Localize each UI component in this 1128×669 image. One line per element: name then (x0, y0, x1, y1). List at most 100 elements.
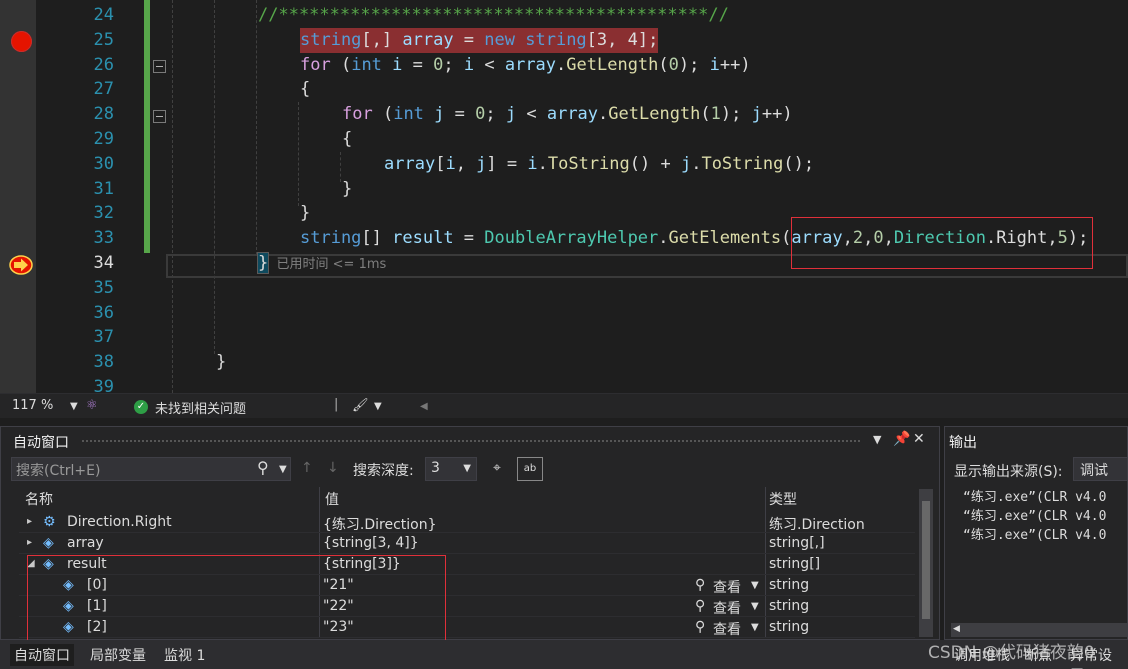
code-text: } (216, 352, 227, 373)
view-visualizer-button[interactable]: 查看 (713, 598, 741, 618)
depth-value: 3 (431, 460, 440, 476)
code-line[interactable]: 35 (36, 276, 1128, 301)
code-line[interactable]: 30 array[i, j] = i.ToString() + j.ToStrin… (36, 152, 1128, 177)
variable-name: array (67, 535, 104, 551)
perf-tip[interactable]: 已用时间 <= 1ms (268, 257, 387, 272)
horizontal-scrollbar[interactable]: ◀ (951, 623, 1127, 637)
current-statement-arrow-icon (9, 255, 33, 275)
pin-filter-icon[interactable]: ⌖ (493, 460, 501, 476)
column-name[interactable]: 名称 (25, 489, 53, 509)
vertical-scrollbar[interactable] (919, 489, 933, 637)
output-source-label: 显示输出来源(S): (954, 464, 1063, 480)
search-input[interactable]: 搜索(Ctrl+E) (11, 457, 291, 481)
output-source-value: 调试 (1080, 463, 1108, 479)
visualizer-dropdown-icon[interactable]: ▼ (751, 580, 759, 591)
view-visualizer-button[interactable]: 查看 (713, 619, 741, 639)
property-icon: ⚙ (43, 514, 56, 530)
variable-type: string[,] (769, 535, 825, 551)
code-line[interactable]: 27 { (36, 77, 1128, 102)
code-line[interactable]: 31} (36, 177, 1128, 202)
view-visualizer-button[interactable]: 查看 (713, 577, 741, 597)
line-number: 27 (93, 79, 114, 100)
breakpoint-icon[interactable] (11, 31, 32, 52)
code-line[interactable]: 26 for (int i = 0; i < array.GetLength(0)… (36, 53, 1128, 78)
autos-title: 自动窗口 (13, 435, 69, 451)
line-number: 31 (93, 178, 114, 199)
tab-watch-1[interactable]: 监视 1 (160, 644, 209, 666)
search-placeholder: 搜索(Ctrl+E) (16, 463, 101, 479)
tab-autos[interactable]: 自动窗口 (10, 644, 74, 666)
search-dropdown-icon[interactable]: ▼ (279, 464, 287, 475)
search-up-icon[interactable]: ↑ (301, 460, 313, 476)
output-title: 输出 (949, 435, 977, 451)
hex-display-icon[interactable]: ab (517, 457, 543, 481)
line-number: 29 (93, 129, 114, 149)
variable-value[interactable]: {string[3, 4]} (323, 535, 419, 551)
close-icon[interactable]: ✕ (913, 431, 925, 447)
variable-row[interactable]: ▸ ⚙ Direction.Right {练习.Direction} 练习.Direct… (19, 512, 915, 533)
brush-dropdown-icon[interactable]: ▼ (374, 401, 382, 412)
search-down-icon[interactable]: ↓ (327, 460, 339, 476)
current-brace: } (256, 252, 270, 274)
variable-name: Direction.Right (67, 514, 172, 530)
line-number: 30 (93, 153, 114, 174)
code-line[interactable]: 36 (36, 301, 1128, 326)
output-source-select[interactable]: 调试 (1073, 457, 1127, 481)
code-line[interactable]: 24 //************************************… (36, 3, 1128, 28)
output-line: “练习.exe”(CLR v4.0 (963, 509, 1107, 524)
scroll-left-icon[interactable]: ◀ (420, 401, 428, 412)
visualizer-dropdown-icon[interactable]: ▼ (751, 601, 759, 612)
chevron-down-icon: ▼ (463, 463, 471, 474)
visualizer-dropdown-icon[interactable]: ▼ (751, 622, 759, 633)
output-title-bar[interactable]: 输出 (945, 427, 1127, 453)
magnifier-icon[interactable]: ⚲ (695, 577, 705, 593)
editor-status-bar: 117 % ▼ ⚛ ✓ 未找到相关问题 | 🖌 ▼ ◀ (0, 393, 1128, 418)
line-number: 32 (93, 203, 114, 224)
code-text: } (342, 178, 353, 199)
line-number: 35 (93, 277, 114, 298)
pin-icon[interactable]: 📌 (893, 431, 910, 447)
code-text: } (300, 203, 311, 224)
grid-header: 名称 值 类型 (19, 487, 915, 509)
tab-locals[interactable]: 局部变量 (86, 644, 150, 666)
magnifier-icon[interactable]: ⚲ (695, 619, 705, 635)
depth-select[interactable]: 3 ▼ (425, 457, 477, 481)
line-number: 38 (93, 352, 114, 373)
brush-icon[interactable]: 🖌 (352, 398, 369, 413)
magnifier-icon[interactable]: ⚲ (695, 598, 705, 614)
variable-row[interactable]: ▸ ◈ array {string[3, 4]} string[,] (19, 533, 915, 554)
scroll-left-icon[interactable]: ◀ (953, 624, 960, 634)
column-type[interactable]: 类型 (769, 489, 797, 509)
zoom-level[interactable]: 117 % (12, 398, 53, 413)
scroll-thumb[interactable] (922, 501, 930, 619)
code-line[interactable]: 39 (36, 375, 1128, 393)
line-number: 25 (93, 29, 114, 50)
code-line[interactable]: 28 for (int j = 0; j < array.GetLength(1)… (36, 102, 1128, 127)
line-number: 26 (93, 54, 114, 75)
annotation-box (791, 217, 1093, 269)
drag-grip[interactable] (81, 439, 861, 443)
code-editor[interactable]: 24 //************************************… (0, 0, 1128, 393)
copilot-icon[interactable]: ⚛ (86, 398, 98, 413)
code-text: for (int j = 0; j < array.GetLength(1); … (342, 104, 793, 125)
window-menu-icon[interactable]: ▼ (873, 433, 881, 446)
line-number: 28 (93, 104, 114, 125)
code-line[interactable]: 25 string[,] array = new string[3, 4]; (36, 27, 1128, 53)
column-value[interactable]: 值 (325, 489, 339, 509)
code-text: for (int i = 0; i < array.GetLength(0); … (300, 54, 751, 75)
depth-label: 搜索深度: (353, 463, 414, 479)
issues-status[interactable]: 未找到相关问题 (155, 398, 246, 417)
glyph-margin[interactable] (0, 0, 36, 393)
expand-toggle-icon[interactable]: ▸ (27, 516, 32, 527)
code-line[interactable]: 38} (36, 350, 1128, 375)
code-text: } 已用时间 <= 1ms (256, 251, 387, 278)
zoom-dropdown-icon[interactable]: ▼ (70, 401, 78, 412)
autos-panel: 自动窗口 ▼ 📌 ✕ 搜索(Ctrl+E) ⚲ ▼ ↑ ↓ 搜索深度: 3 ▼ … (0, 426, 940, 641)
code-line[interactable]: 37 (36, 325, 1128, 350)
search-icon[interactable]: ⚲ (257, 458, 269, 477)
code-line[interactable]: 29 { (36, 127, 1128, 152)
expand-toggle-icon[interactable]: ▸ (27, 537, 32, 548)
output-line: “练习.exe”(CLR v4.0 (963, 490, 1107, 505)
line-number: 36 (93, 302, 114, 323)
variable-value[interactable]: {练习.Direction} (323, 514, 437, 534)
